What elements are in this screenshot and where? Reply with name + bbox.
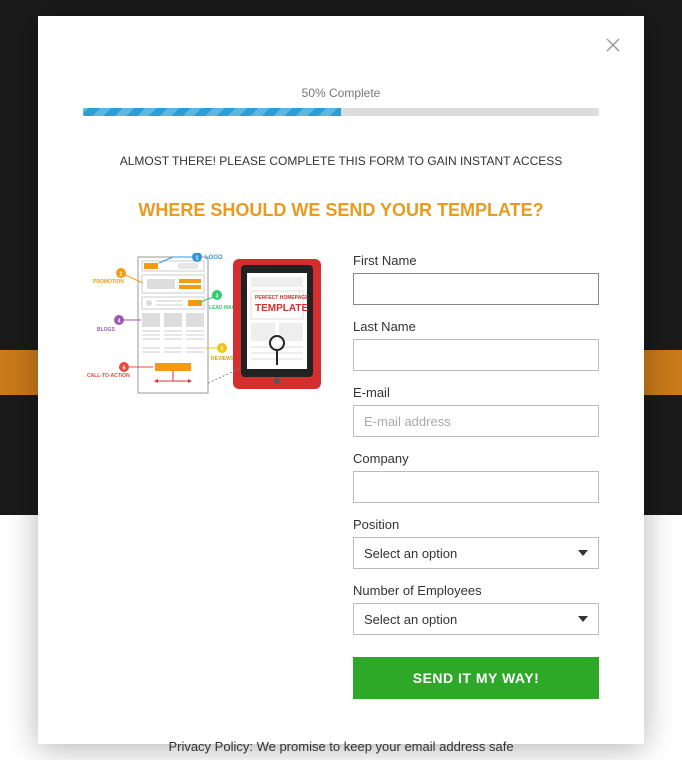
email-input[interactable] (353, 405, 599, 437)
svg-text:3: 3 (216, 294, 219, 300)
svg-text:CALL-TO-ACTION: CALL-TO-ACTION (87, 373, 130, 379)
subheading: ALMOST THERE! PLEASE COMPLETE THIS FORM … (83, 154, 599, 168)
first-name-label: First Name (353, 253, 599, 268)
employees-label: Number of Employees (353, 583, 599, 598)
progress-bar (83, 108, 599, 116)
svg-text:BLOGS: BLOGS (97, 327, 115, 333)
svg-text:TEMPLATE: TEMPLATE (255, 303, 308, 314)
heading: WHERE SHOULD WE SEND YOUR TEMPLATE? (83, 200, 599, 221)
svg-text:LOGO: LOGO (205, 255, 223, 261)
last-name-input[interactable] (353, 339, 599, 371)
svg-text:REVIEWS: REVIEWS (211, 356, 235, 362)
submit-button[interactable]: SEND IT MY WAY! (353, 657, 599, 699)
svg-text:1: 1 (196, 256, 199, 262)
privacy-text: Privacy Policy: We promise to keep your … (83, 739, 599, 754)
employees-select[interactable]: Select an option (353, 603, 599, 635)
position-label: Position (353, 517, 599, 532)
template-illustration: 1 LOGO 2 PROMOTION 3 LEAD MAGNET 4 BLOGS… (83, 253, 323, 699)
svg-text:2: 2 (120, 272, 123, 278)
progress-label: 50% Complete (83, 86, 599, 100)
last-name-label: Last Name (353, 319, 599, 334)
first-name-input[interactable] (353, 273, 599, 305)
company-label: Company (353, 451, 599, 466)
svg-text:4: 4 (118, 319, 121, 325)
svg-text:5: 5 (221, 347, 224, 353)
modal-dialog: 50% Complete ALMOST THERE! PLEASE COMPLE… (38, 16, 644, 744)
svg-text:6: 6 (123, 366, 126, 372)
form: First Name Last Name E-mail Company Posi… (353, 253, 599, 699)
svg-text:PERFECT HOMEPAGE: PERFECT HOMEPAGE (255, 295, 309, 301)
close-button[interactable] (602, 34, 624, 56)
svg-text:PROMOTION: PROMOTION (93, 279, 124, 285)
position-select[interactable]: Select an option (353, 537, 599, 569)
close-icon (606, 38, 620, 52)
progress-fill (83, 108, 341, 116)
email-label: E-mail (353, 385, 599, 400)
company-input[interactable] (353, 471, 599, 503)
